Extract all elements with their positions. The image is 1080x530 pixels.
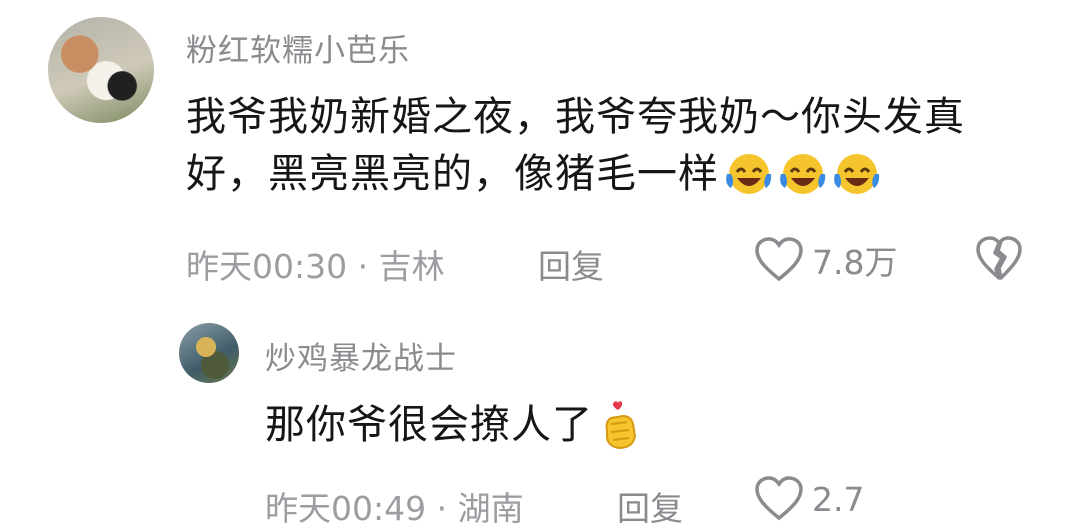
reply-username[interactable]: 炒鸡暴龙战士	[265, 333, 457, 378]
comment-text-line1: 我爷我奶新婚之夜，我爷夸我奶～你头发真	[186, 94, 965, 140]
laughing-crying-emoji-icon	[726, 153, 772, 194]
finger-heart-emoji-icon	[605, 400, 637, 449]
comment-meta: 昨天00:30 · 吉林	[186, 247, 445, 286]
reply-text-wrap: 那你爷很会撩人了	[265, 397, 643, 454]
like-count: 2.7	[812, 479, 865, 519]
heart-icon	[755, 237, 803, 282]
reply-button[interactable]: 回复	[538, 240, 604, 288]
reply-button[interactable]: 回复	[617, 482, 683, 530]
heart-icon	[755, 476, 803, 521]
comment-text-line2: 好，黑亮黑亮的，像猪毛一样	[186, 151, 719, 197]
avatar[interactable]	[179, 323, 239, 383]
reply-meta: 昨天00:49 · 湖南	[265, 489, 524, 528]
comment-username[interactable]: 粉红软糯小芭乐	[186, 25, 410, 70]
like-button[interactable]: 2.7	[754, 476, 864, 522]
broken-heart-icon[interactable]	[975, 236, 1023, 282]
like-button[interactable]: 7.8万	[754, 236, 897, 284]
reply-text: 那你爷很会撩人了	[265, 402, 593, 448]
comment-text-line2-wrap: 好，黑亮黑亮的，像猪毛一样	[186, 146, 965, 203]
like-count: 7.8万	[812, 243, 898, 282]
avatar[interactable]	[48, 17, 154, 123]
comment-text: 我爷我奶新婚之夜，我爷夸我奶～你头发真 好，黑亮黑亮的，像猪毛一样	[186, 89, 965, 203]
laughing-crying-emoji-icon	[834, 153, 880, 194]
laughing-crying-emoji-icon	[780, 153, 826, 194]
